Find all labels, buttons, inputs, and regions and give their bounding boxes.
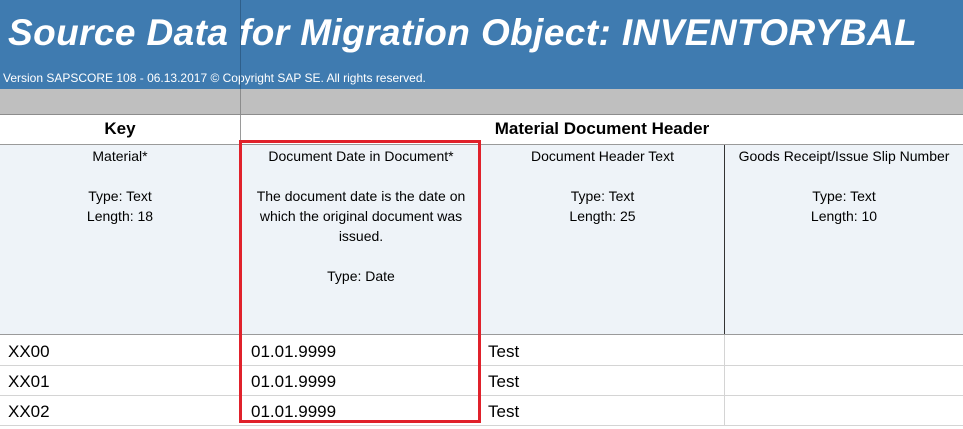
field-slip-number-type: Type: Text bbox=[812, 188, 876, 204]
material-cell[interactable]: XX01 bbox=[8, 365, 50, 395]
version-copyright-text: Version SAPSCORE 108 - 06.13.2017 © Copy… bbox=[3, 71, 426, 85]
grey-separator-row bbox=[0, 89, 963, 115]
field-slip-number-cell[interactable]: Goods Receipt/Issue Slip Number Type: Te… bbox=[724, 145, 963, 334]
migration-object-title: Source Data for Migration Object: INVENT… bbox=[8, 12, 918, 53]
field-material-title: Material* bbox=[92, 148, 148, 164]
grey-row-divider bbox=[240, 89, 241, 114]
material-cell[interactable]: XX02 bbox=[8, 395, 50, 425]
document-date-cell[interactable]: 01.01.9999 bbox=[251, 365, 336, 395]
document-date-cell[interactable]: 01.01.9999 bbox=[251, 335, 336, 365]
field-material-cell[interactable]: Material* Type: Text Length: 18 bbox=[0, 145, 240, 334]
field-header-text-cell[interactable]: Document Header Text Type: Text Length: … bbox=[481, 145, 724, 334]
field-document-date-description: The document date is the date on which t… bbox=[256, 188, 466, 244]
field-material-type: Type: Text bbox=[88, 188, 152, 204]
slip-number-cell[interactable] bbox=[724, 365, 725, 395]
group-header-material-document-header[interactable]: Material Document Header bbox=[241, 115, 963, 144]
field-header-text-length: Length: 25 bbox=[569, 208, 636, 224]
field-material-length: Length: 18 bbox=[86, 208, 154, 224]
slip-number-cell[interactable] bbox=[724, 395, 725, 425]
field-header-text-type: Type: Text bbox=[570, 188, 635, 204]
field-header-text-title: Document Header Text bbox=[531, 148, 674, 164]
table-row: XX01 01.01.9999 Test bbox=[0, 365, 963, 396]
document-date-cell[interactable]: 01.01.9999 bbox=[251, 395, 336, 425]
group-header-row: Key Material Document Header bbox=[0, 115, 963, 145]
field-description-row: Material* Type: Text Length: 18 Document… bbox=[0, 145, 963, 335]
table-row: XX00 01.01.9999 Test bbox=[0, 335, 963, 366]
header-text-cell[interactable]: Test bbox=[488, 335, 519, 365]
field-slip-number-length: Length: 10 bbox=[810, 208, 878, 224]
slip-number-cell[interactable] bbox=[724, 335, 725, 365]
table-row: XX02 01.01.9999 Test bbox=[0, 395, 963, 426]
field-document-date-type: Type: Date bbox=[327, 268, 395, 284]
group-header-key[interactable]: Key bbox=[0, 115, 241, 144]
field-document-date-title: Document Date in Document* bbox=[268, 148, 454, 164]
field-slip-number-title: Goods Receipt/Issue Slip Number bbox=[738, 148, 950, 164]
field-document-date-cell[interactable]: Document Date in Document* The document … bbox=[241, 145, 481, 334]
material-cell[interactable]: XX00 bbox=[8, 335, 50, 365]
header-text-cell[interactable]: Test bbox=[488, 365, 519, 395]
header-text-cell[interactable]: Test bbox=[488, 395, 519, 425]
sheet-banner: Source Data for Migration Object: INVENT… bbox=[0, 0, 963, 89]
